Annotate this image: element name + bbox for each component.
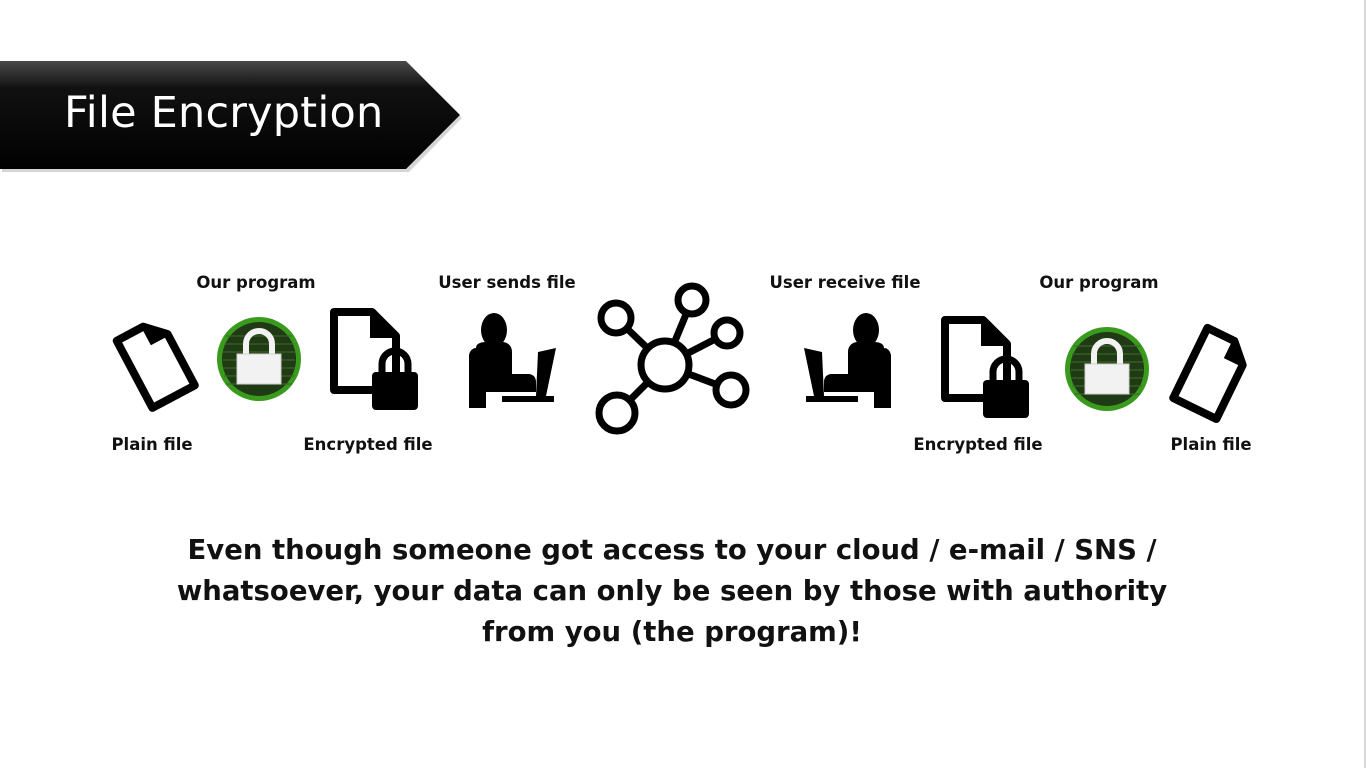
label-encrypted-file-right: Encrypted file: [913, 435, 1043, 454]
label-our-program-left: Our program: [196, 273, 316, 292]
plain-file-icon: [1169, 323, 1247, 424]
green-lock-icon: [1065, 327, 1149, 411]
encrypted-file-icon: [941, 316, 1029, 418]
label-plain-file-left: Plain file: [111, 435, 193, 454]
network-hub-icon: [595, 282, 750, 435]
label-our-program-right: Our program: [1039, 273, 1159, 292]
slide-caption: Even though someone got access to your c…: [176, 534, 1168, 648]
encrypted-file-icon: [330, 308, 418, 410]
user-laptop-icon: [469, 313, 556, 408]
green-lock-icon: [217, 317, 301, 401]
label-user-receive-file: User receive file: [769, 273, 921, 292]
user-laptop-icon: [804, 313, 891, 408]
plain-file-icon: [112, 322, 199, 412]
page-title: File Encryption: [64, 88, 384, 138]
label-plain-file-right: Plain file: [1170, 435, 1252, 454]
label-encrypted-file-left: Encrypted file: [303, 435, 433, 454]
label-user-sends-file: User sends file: [438, 273, 576, 292]
